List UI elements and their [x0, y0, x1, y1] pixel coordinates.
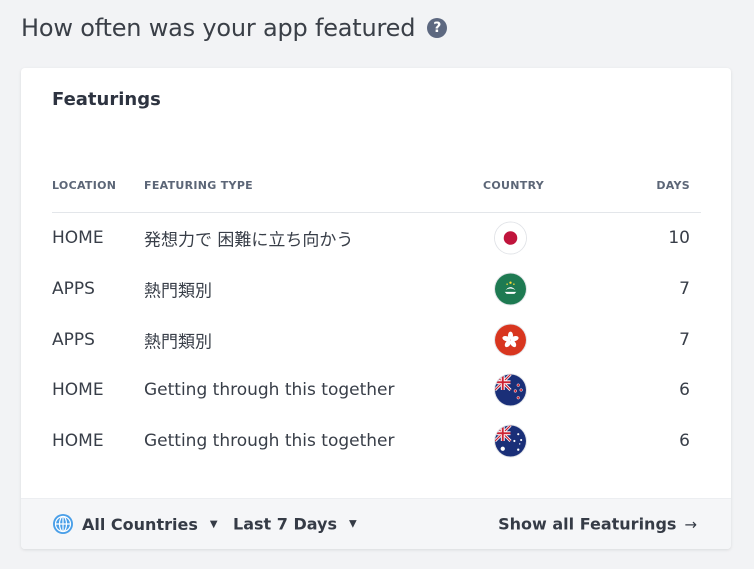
column-header-days: DAYS — [656, 179, 690, 192]
page-header: How often was your app featured ? — [21, 14, 448, 42]
row-featuring-type: 熱門類別 — [144, 332, 212, 353]
table-row: HOME 発想力で 困難に立ち向かう 10 — [52, 213, 701, 264]
table-row: HOME Getting through this together 6 — [52, 365, 701, 416]
countries-filter-label: All Countries — [82, 514, 198, 534]
row-location: HOME — [52, 228, 104, 249]
row-country — [495, 273, 526, 305]
countries-filter-dropdown[interactable]: All Countries ▼ — [52, 513, 218, 535]
show-all-featurings-link[interactable]: Show all Featurings → — [498, 515, 697, 534]
row-featuring-type: Getting through this together — [144, 431, 395, 452]
row-country — [495, 222, 526, 254]
period-filter-dropdown[interactable]: Last 7 Days ▼ — [233, 515, 357, 534]
row-days: 7 — [679, 329, 690, 350]
table-row: APPS 熱門類別 7 — [52, 314, 701, 365]
column-header-country: COUNTRY — [483, 179, 544, 192]
caret-down-icon: ▼ — [348, 518, 357, 530]
row-location: HOME — [52, 431, 104, 452]
row-days: 7 — [679, 279, 690, 300]
column-header-featuring-type: FEATURING TYPE — [144, 179, 253, 192]
japan-flag-icon — [495, 222, 526, 254]
row-country — [495, 425, 526, 457]
column-header-location: LOCATION — [52, 179, 117, 192]
table-row: APPS 熱門類別 7 — [52, 264, 701, 315]
card-footer: All Countries ▼ Last 7 Days ▼ Show all F… — [21, 498, 731, 549]
macau-flag-icon — [495, 273, 526, 305]
row-country — [495, 374, 526, 406]
show-all-label: Show all Featurings — [498, 514, 677, 534]
australia-flag-icon — [495, 425, 526, 457]
row-featuring-type: 熱門類別 — [144, 281, 212, 302]
featurings-table-body: HOME 発想力で 困難に立ち向かう 10 APPS 熱門類別 7 APPS 熱… — [52, 213, 701, 466]
row-featuring-type: Getting through this together — [144, 380, 395, 401]
row-featuring-type: 発想力で 困難に立ち向かう — [144, 230, 354, 251]
period-filter-label: Last 7 Days — [233, 514, 337, 534]
row-location: HOME — [52, 380, 104, 401]
row-days: 6 — [679, 431, 690, 452]
arrow-right-icon: → — [684, 515, 697, 533]
row-location: APPS — [52, 279, 95, 300]
featurings-card: Featurings LOCATION FEATURING TYPE COUNT… — [21, 68, 731, 549]
row-days: 10 — [668, 228, 690, 249]
row-days: 6 — [679, 380, 690, 401]
table-row: HOME Getting through this together 6 — [52, 416, 701, 467]
hong-kong-flag-icon — [495, 324, 526, 356]
globe-icon — [53, 514, 73, 534]
new-zealand-flag-icon — [495, 374, 526, 406]
row-country — [495, 324, 526, 356]
row-location: APPS — [52, 329, 95, 350]
caret-down-icon: ▼ — [209, 518, 218, 530]
card-title: Featurings — [52, 89, 161, 110]
page-title: How often was your app featured — [21, 14, 416, 42]
question-circle-icon[interactable]: ? — [427, 18, 448, 38]
